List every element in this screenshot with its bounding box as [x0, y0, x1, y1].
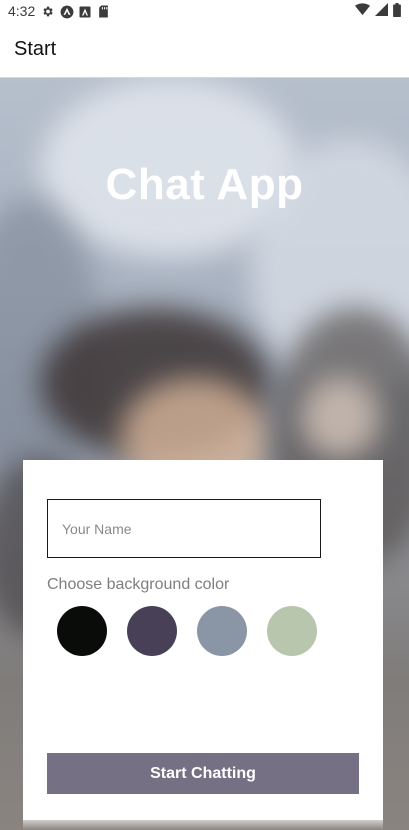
start-form-card: Choose background color Start Chatting	[23, 460, 383, 820]
name-input[interactable]	[47, 499, 321, 558]
cellular-signal-icon	[375, 3, 388, 19]
app-screen: 4:32 Start Chat App Your Name Choose bac…	[0, 0, 409, 830]
autofill-icon	[79, 5, 92, 18]
app-title: Chat App	[105, 160, 304, 209]
gear-icon	[41, 5, 54, 18]
color-choice-label: Choose background color	[47, 576, 230, 593]
sd-card-icon	[98, 5, 111, 18]
status-bar-right	[355, 2, 401, 20]
app-bar-title: Start	[14, 38, 57, 60]
status-bar: 4:32	[0, 0, 409, 22]
start-chatting-button[interactable]: Start Chatting	[47, 753, 359, 794]
battery-icon	[393, 2, 401, 20]
card-bottom-fade	[23, 820, 383, 830]
react-native-icon	[60, 5, 74, 18]
color-swatch-purple[interactable]	[127, 606, 177, 656]
app-bar: Start	[0, 22, 409, 78]
status-time: 4:32	[8, 3, 36, 19]
color-swatch-black[interactable]	[57, 606, 107, 656]
wifi-icon	[355, 3, 370, 19]
color-swatch-green[interactable]	[267, 606, 317, 656]
status-bar-left: 4:32	[8, 3, 111, 19]
color-swatch-blue-grey[interactable]	[197, 606, 247, 656]
